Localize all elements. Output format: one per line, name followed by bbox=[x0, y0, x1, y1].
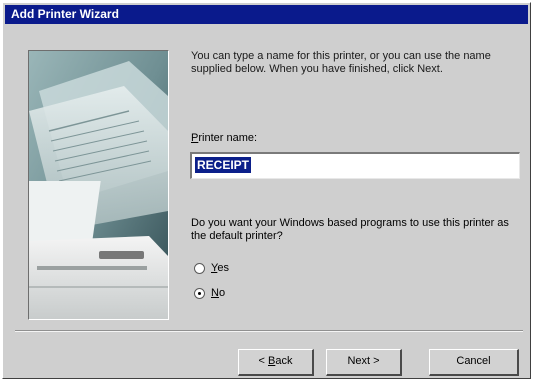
cancel-button[interactable]: Cancel bbox=[429, 349, 519, 376]
add-printer-wizard-window: Add Printer Wizard You can type a name f… bbox=[2, 2, 531, 379]
printer-name-label-text: rinter name: bbox=[198, 132, 258, 144]
printer-name-value: RECEIPT bbox=[195, 157, 252, 173]
radio-yes-label: Yes bbox=[211, 262, 229, 274]
radio-no-circle[interactable] bbox=[194, 288, 205, 299]
printer-name-input[interactable]: RECEIPT bbox=[190, 152, 520, 179]
radio-no[interactable]: No bbox=[194, 287, 274, 303]
wizard-instructions: You can type a name for this printer, or… bbox=[191, 50, 491, 75]
radio-yes[interactable]: Yes bbox=[194, 262, 274, 278]
button-separator bbox=[15, 330, 523, 332]
window-title: Add Printer Wizard bbox=[5, 5, 528, 24]
radio-selected-dot bbox=[198, 292, 201, 295]
radio-no-label: No bbox=[211, 287, 226, 299]
next-button[interactable]: Next > bbox=[326, 349, 402, 376]
wizard-printer-illustration bbox=[28, 50, 169, 320]
default-printer-question: Do you want your Windows based programs … bbox=[191, 217, 509, 242]
back-button[interactable]: < Back bbox=[238, 349, 314, 376]
radio-yes-circle[interactable] bbox=[194, 263, 205, 274]
printer-name-label: Printer name: bbox=[191, 132, 257, 144]
